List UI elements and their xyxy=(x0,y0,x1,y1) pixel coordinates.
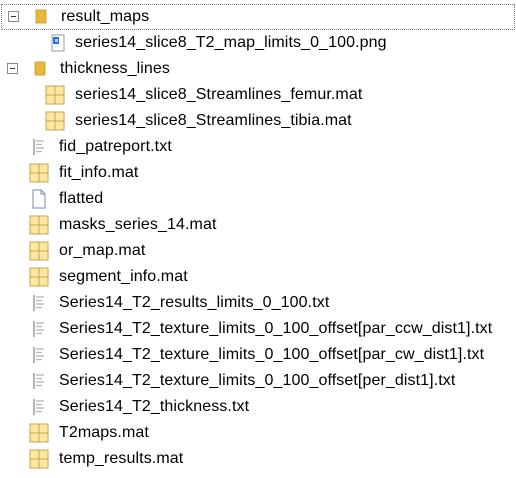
tree-item-mat-file[interactable]: series14_slice8_Streamlines_tibia.mat xyxy=(0,108,516,134)
collapse-toggle-icon[interactable] xyxy=(8,11,19,22)
tree-item-file[interactable]: flatted xyxy=(0,186,516,212)
tree-item-label: result_maps xyxy=(61,8,150,25)
tree-item-label: series14_slice8_Streamlines_femur.mat xyxy=(75,86,363,103)
text-file-icon xyxy=(29,319,49,339)
tree-item-mat-file[interactable]: T2maps.mat xyxy=(0,420,516,446)
tree-item-text-file[interactable]: Series14_T2_texture_limits_0_100_offset[… xyxy=(0,368,516,394)
mat-file-icon xyxy=(29,449,49,469)
tree-item-label: thickness_lines xyxy=(60,60,170,77)
tree-item-text-file[interactable]: fid_patreport.txt xyxy=(0,134,516,160)
tree-item-label: series14_slice8_Streamlines_tibia.mat xyxy=(75,112,352,129)
tree-item-label: segment_info.mat xyxy=(59,268,188,285)
folder-icon xyxy=(30,58,50,78)
tree-item-text-file[interactable]: Series14_T2_results_limits_0_100.txt xyxy=(0,290,516,316)
mat-file-icon xyxy=(45,111,65,131)
tree-item-mat-file[interactable]: masks_series_14.mat xyxy=(0,212,516,238)
tree-item-text-file[interactable]: Series14_T2_thickness.txt xyxy=(0,394,516,420)
text-file-icon xyxy=(29,137,49,157)
mat-file-icon xyxy=(29,423,49,443)
tree-item-label: Series14_T2_texture_limits_0_100_offset[… xyxy=(59,346,485,363)
tree-item-label: T2maps.mat xyxy=(59,424,149,441)
text-file-icon xyxy=(29,345,49,365)
blank-file-icon xyxy=(29,189,49,209)
text-file-icon xyxy=(29,397,49,417)
tree-item-label: Series14_T2_texture_limits_0_100_offset[… xyxy=(59,372,456,389)
mat-file-icon xyxy=(29,241,49,261)
tree-item-label: temp_results.mat xyxy=(59,450,184,467)
tree-item-png-file[interactable]: series14_slice8_T2_map_limits_0_100.png xyxy=(0,30,516,56)
tree-item-mat-file[interactable]: segment_info.mat xyxy=(0,264,516,290)
tree-item-label: series14_slice8_T2_map_limits_0_100.png xyxy=(75,34,387,51)
mat-file-icon xyxy=(45,85,65,105)
text-file-icon xyxy=(29,293,49,313)
image-file-icon xyxy=(48,33,68,53)
tree-item-mat-file[interactable]: temp_results.mat xyxy=(0,446,516,472)
tree-item-label: masks_series_14.mat xyxy=(59,216,217,233)
tree-item-label: or_map.mat xyxy=(59,242,146,259)
collapse-toggle-icon[interactable] xyxy=(7,63,18,74)
tree-item-result-maps[interactable]: result_maps xyxy=(1,4,515,30)
mat-file-icon xyxy=(29,267,49,287)
tree-item-label: flatted xyxy=(59,190,104,207)
folder-icon xyxy=(31,6,51,26)
tree-item-mat-file[interactable]: series14_slice8_Streamlines_femur.mat xyxy=(0,82,516,108)
tree-item-label: fit_info.mat xyxy=(59,164,139,181)
tree-item-text-file[interactable]: Series14_T2_texture_limits_0_100_offset[… xyxy=(0,342,516,368)
tree-item-thickness-lines[interactable]: thickness_lines xyxy=(0,56,516,82)
mat-file-icon xyxy=(29,215,49,235)
text-file-icon xyxy=(29,371,49,391)
tree-item-label: Series14_T2_results_limits_0_100.txt xyxy=(59,294,330,311)
tree-item-label: Series14_T2_thickness.txt xyxy=(59,398,250,415)
tree-item-text-file[interactable]: Series14_T2_texture_limits_0_100_offset[… xyxy=(0,316,516,342)
mat-file-icon xyxy=(29,163,49,183)
tree-item-label: Series14_T2_texture_limits_0_100_offset[… xyxy=(59,320,493,337)
tree-item-mat-file[interactable]: or_map.mat xyxy=(0,238,516,264)
tree-item-mat-file[interactable]: fit_info.mat xyxy=(0,160,516,186)
tree-item-label: fid_patreport.txt xyxy=(59,138,172,155)
